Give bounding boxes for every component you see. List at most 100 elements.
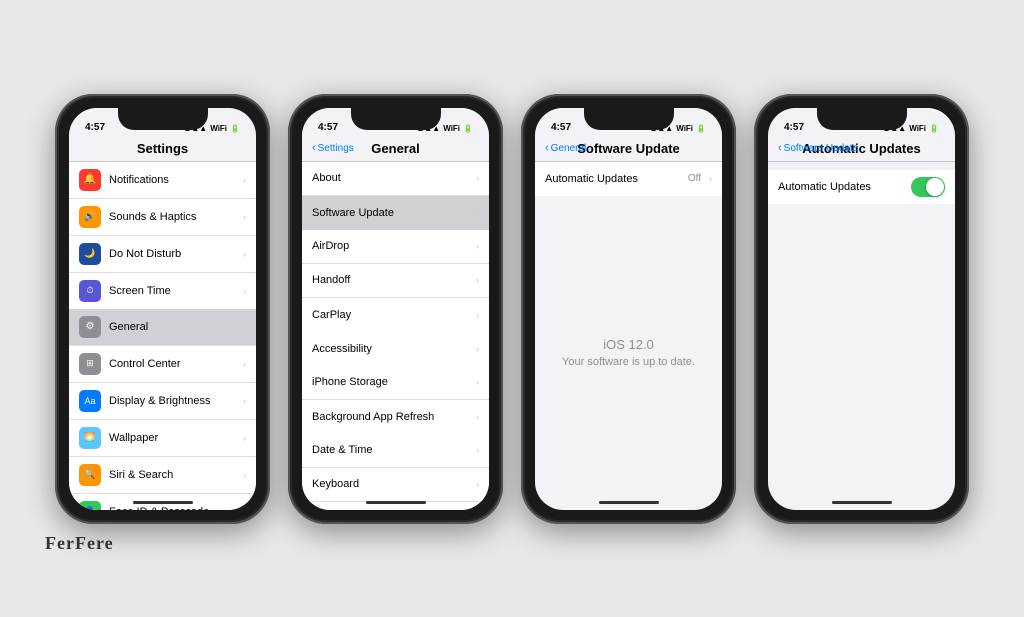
back-button-4[interactable]: ‹ Software Update: [778, 142, 858, 154]
section-2-1: About › Software Update ›: [302, 162, 489, 230]
row-label: Face ID & Passcode: [109, 506, 239, 510]
update-subtitle: Your software is up to date.: [562, 356, 695, 368]
home-indicator-4: [832, 501, 892, 504]
row-label: Do Not Disturb: [109, 248, 239, 260]
section-2-3: Accessibility ›: [302, 332, 489, 366]
chevron-icon: ›: [243, 175, 246, 185]
phones-container: 4:57 ▲▲▲ WiFi 🔋 Settings 🔔 Noti: [45, 74, 979, 544]
section-4-1: Automatic Updates: [768, 170, 955, 204]
content-2: About › Software Update › AirDrop ›: [302, 162, 489, 510]
battery-icon: 🔋: [230, 124, 240, 133]
section-1-1: 🔔 Notifications › 🔊 Sounds & Haptics › 🌙…: [69, 162, 256, 309]
screen-3: 4:57 ▲▲▲ WiFi 🔋 ‹ General Software Updat…: [535, 108, 722, 510]
chevron-icon: ›: [476, 479, 479, 489]
list-item[interactable]: 🔍 Siri & Search ›: [69, 457, 256, 494]
nav-bar-3: ‹ General Software Update: [535, 136, 722, 162]
nav-title-3: Software Update: [577, 141, 680, 156]
list-item: Automatic Updates: [768, 170, 955, 204]
general-icon: ⚙: [79, 316, 101, 338]
back-button-2[interactable]: ‹ Settings: [312, 142, 354, 154]
chevron-icon: ›: [243, 433, 246, 443]
wifi-icon: WiFi: [909, 124, 926, 133]
row-label: Sounds & Haptics: [109, 211, 239, 223]
chevron-icon: ›: [243, 212, 246, 222]
row-value: Off: [688, 173, 701, 184]
home-indicator-3: [599, 501, 659, 504]
notch-2: [351, 108, 441, 130]
list-item[interactable]: iPhone Storage ›: [302, 366, 489, 400]
nav-title-2: General: [371, 141, 419, 156]
list-item[interactable]: Background App Refresh ›: [302, 400, 489, 434]
list-item[interactable]: 🔔 Notifications ›: [69, 162, 256, 199]
content-3: Automatic Updates Off › iOS 12.0 Your so…: [535, 162, 722, 510]
notifications-icon: 🔔: [79, 169, 101, 191]
wifi-icon: WiFi: [443, 124, 460, 133]
row-label: Notifications: [109, 174, 239, 186]
list-item[interactable]: Aa Display & Brightness ›: [69, 383, 256, 420]
row-label: Wallpaper: [109, 432, 239, 444]
back-button-3[interactable]: ‹ General: [545, 142, 586, 154]
phone-3: 4:57 ▲▲▲ WiFi 🔋 ‹ General Software Updat…: [521, 94, 736, 524]
list-item[interactable]: CarPlay ›: [302, 298, 489, 332]
list-item[interactable]: ⚙ General ›: [69, 309, 256, 346]
row-label: Software Update: [312, 207, 472, 219]
row-label: Background App Refresh: [312, 411, 472, 423]
nav-bar-2: ‹ Settings General: [302, 136, 489, 162]
list-item[interactable]: Accessibility ›: [302, 332, 489, 366]
chevron-icon: ›: [476, 241, 479, 251]
row-label: Siri & Search: [109, 469, 239, 481]
list-item[interactable]: Date & Time ›: [302, 434, 489, 468]
row-label: Keyboard: [312, 478, 472, 490]
content-1: 🔔 Notifications › 🔊 Sounds & Haptics › 🌙…: [69, 162, 256, 510]
time-2: 4:57: [318, 122, 338, 133]
list-item[interactable]: AirDrop ›: [302, 230, 489, 264]
controlcenter-icon: ⊞: [79, 353, 101, 375]
list-item[interactable]: Automatic Updates Off ›: [535, 162, 722, 196]
chevron-icon: ›: [476, 310, 479, 320]
list-item[interactable]: About ›: [302, 162, 489, 196]
chevron-icon: ›: [476, 344, 479, 354]
list-item[interactable]: Keyboard ›: [302, 468, 489, 502]
screen-2: 4:57 ▲▲▲ WiFi 🔋 ‹ Settings General: [302, 108, 489, 510]
chevron-icon: ›: [243, 470, 246, 480]
list-item[interactable]: 🌅 Wallpaper ›: [69, 420, 256, 457]
list-item[interactable]: Software Update ›: [302, 196, 489, 230]
chevron-icon: ›: [476, 173, 479, 183]
time-3: 4:57: [551, 122, 571, 133]
chevron-icon: ›: [243, 507, 246, 510]
row-label: Date & Time: [312, 444, 472, 456]
list-item[interactable]: ⊞ Control Center ›: [69, 346, 256, 383]
chevron-icon: ›: [476, 208, 479, 218]
chevron-icon: ›: [709, 174, 712, 184]
back-chevron-icon: ‹: [312, 142, 316, 154]
time-1: 4:57: [85, 122, 105, 133]
section-3-1: Automatic Updates Off ›: [535, 162, 722, 196]
chevron-icon: ›: [243, 396, 246, 406]
nav-bar-1: Settings: [69, 136, 256, 162]
battery-icon: 🔋: [463, 124, 473, 133]
section-2-5: Date & Time › Keyboard › Language & Regi…: [302, 434, 489, 510]
siri-icon: 🔍: [79, 464, 101, 486]
row-label: Control Center: [109, 358, 239, 370]
faceid-icon: 👤: [79, 501, 101, 510]
phone-2: 4:57 ▲▲▲ WiFi 🔋 ‹ Settings General: [288, 94, 503, 524]
home-indicator-2: [366, 501, 426, 504]
toggle-knob: [926, 178, 944, 196]
home-indicator-1: [133, 501, 193, 504]
list-item[interactable]: 🌙 Do Not Disturb ›: [69, 236, 256, 273]
chevron-icon: ›: [243, 359, 246, 369]
chevron-icon: ›: [476, 377, 479, 387]
nav-bar-4: ‹ Software Update Automatic Updates: [768, 136, 955, 162]
dnd-icon: 🌙: [79, 243, 101, 265]
row-label: Screen Time: [109, 285, 239, 297]
chevron-icon: ›: [243, 322, 246, 332]
list-item[interactable]: Handoff ›: [302, 264, 489, 298]
row-label: Automatic Updates: [778, 181, 911, 193]
automatic-updates-toggle[interactable]: [911, 177, 945, 197]
notch-1: [118, 108, 208, 130]
content-4: Automatic Updates: [768, 162, 955, 510]
list-item[interactable]: 🔊 Sounds & Haptics ›: [69, 199, 256, 236]
row-label: AirDrop: [312, 240, 472, 252]
list-item[interactable]: ⏱ Screen Time ›: [69, 273, 256, 309]
row-label: Accessibility: [312, 343, 472, 355]
